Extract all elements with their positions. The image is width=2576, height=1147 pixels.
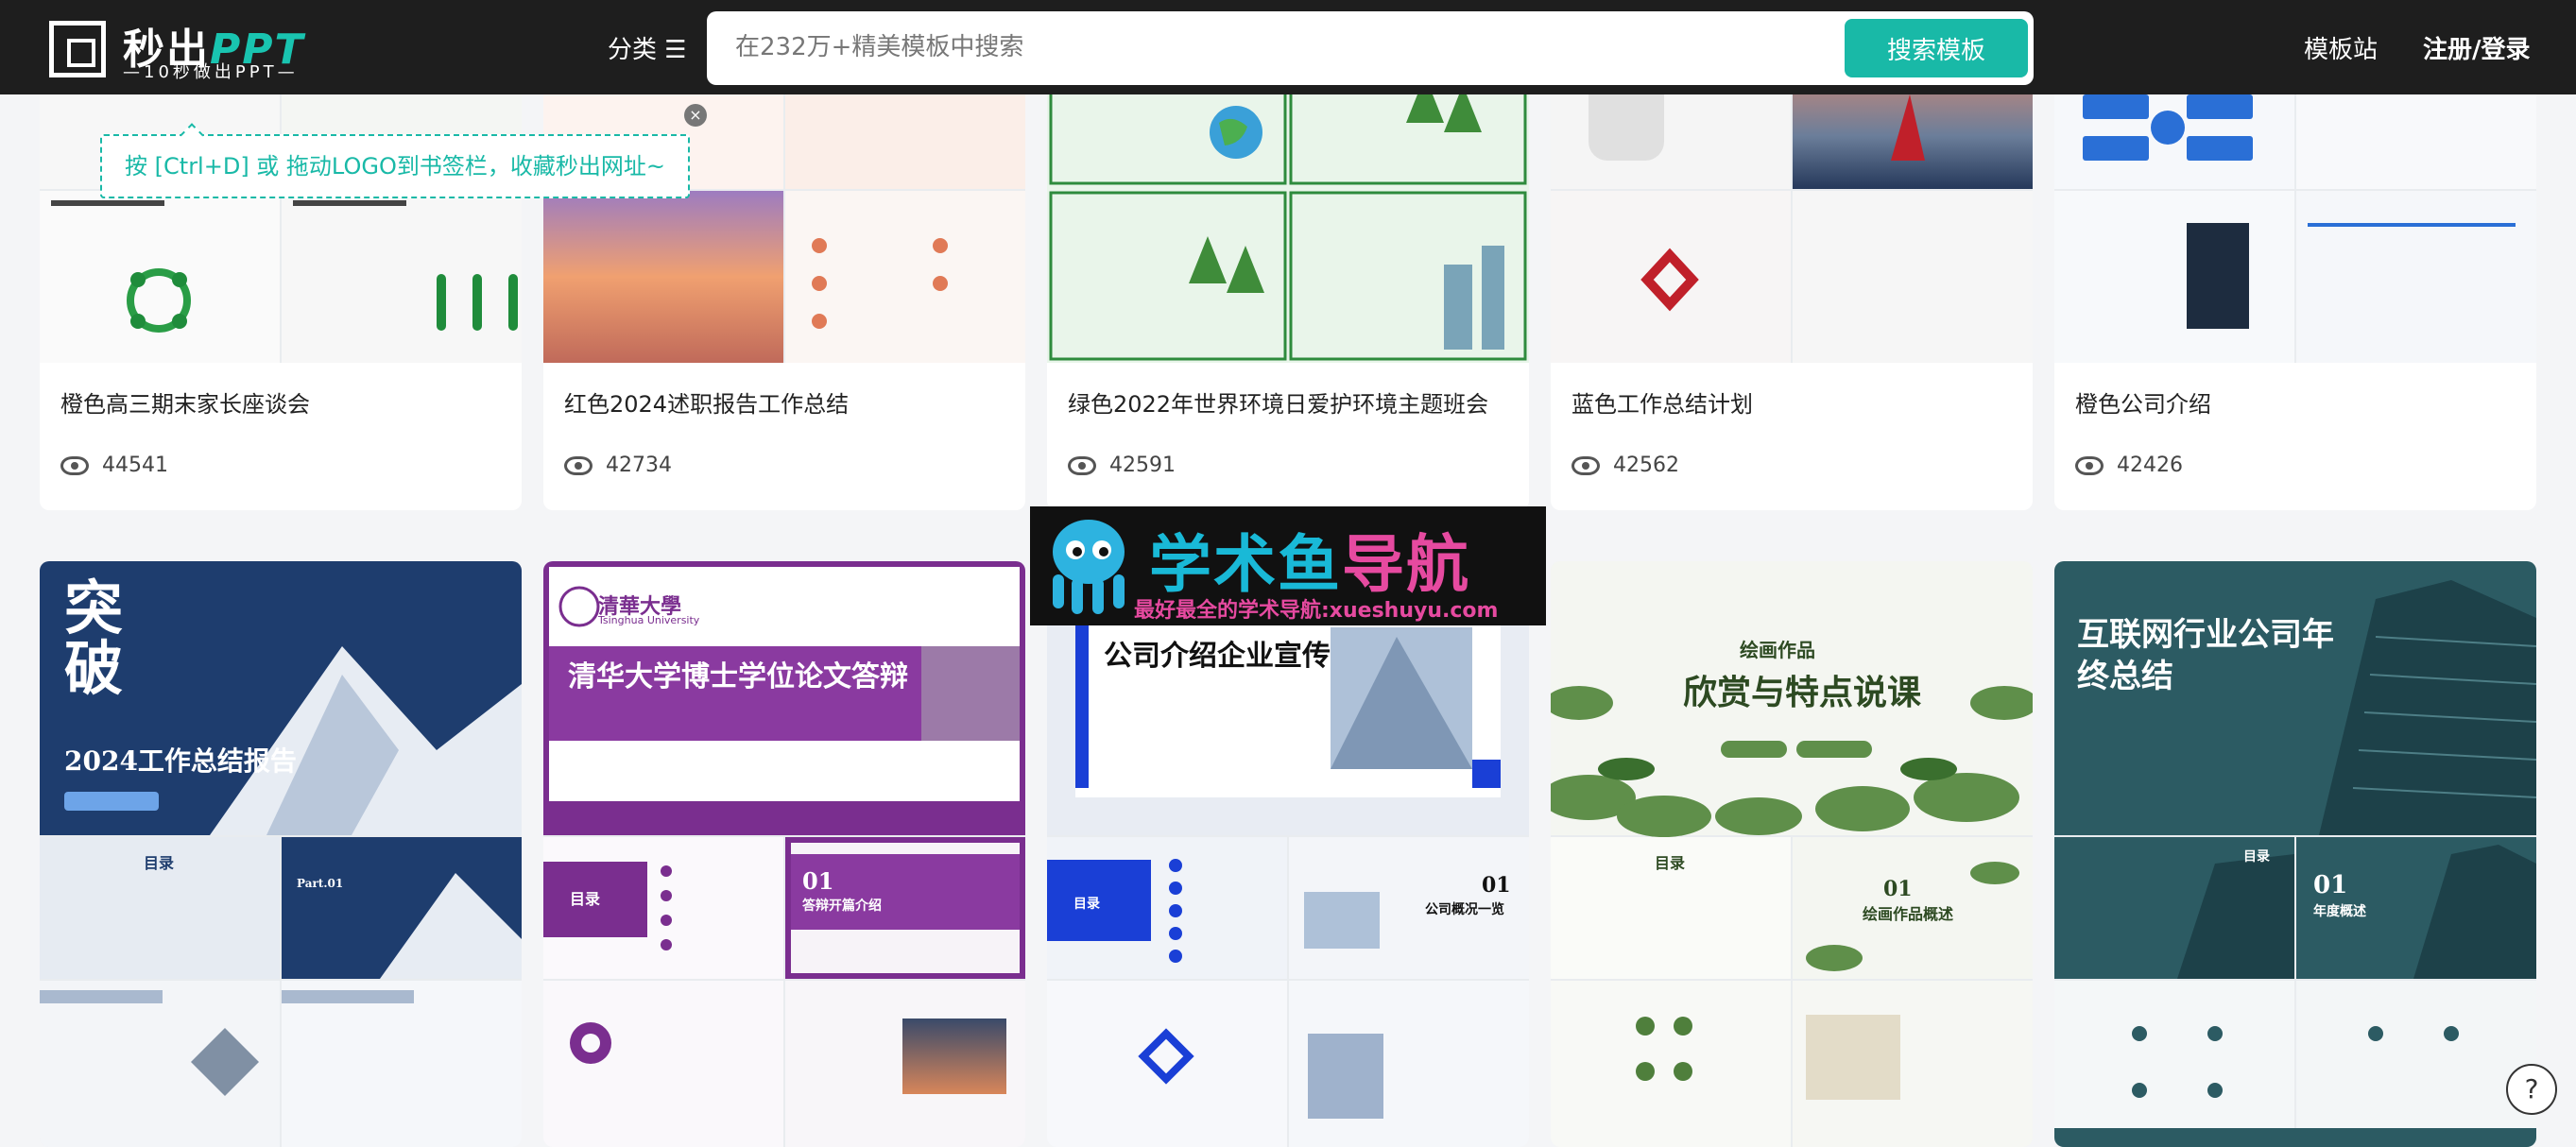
template-card[interactable]: 互联网行业公司年终总结 目录 01 年度概述 [2054,561,2536,1147]
template-card[interactable]: 红色2024述职报告工作总结 42734 [543,57,1025,510]
logo-tagline: —10秒做出PPT— [123,62,299,82]
thumbnail-preview [1551,57,2033,363]
thumbnail-preview [543,57,1025,363]
slide-university-en: Tsinghua University [598,614,700,626]
template-thumbnail[interactable]: 互联网行业公司年终总结 目录 01 年度概述 [2054,561,2536,1147]
template-site-link[interactable]: 模板站 [2304,30,2378,65]
card-title[interactable]: 红色2024述职报告工作总结 [564,385,849,419]
template-thumbnail[interactable] [543,57,1025,363]
view-count: 42562 [1571,454,1679,477]
template-thumbnail[interactable]: 绘画作品 欣赏与特点说课 目录 01 绘画作品概述 [1551,561,2033,1147]
slide-title: 互联网行业公司年终总结 [2077,616,2334,695]
slide-toc: 目录 [144,854,175,872]
slide-toc: 目录 [570,890,601,908]
template-card[interactable]: 清華大學 Tsinghua University 清华大学博士学位论文答辩 目录… [543,561,1025,1147]
site-logo[interactable]: 秒出PPT —10秒做出PPT— [49,17,333,82]
template-thumbnail[interactable] [1047,57,1529,363]
slide-title: 清华大学博士学位论文答辩 [568,660,908,693]
watermark-banner: 学术鱼导航 最好最全的学术导航:xueshuyu.com [1030,506,1546,625]
category-menu-button[interactable]: 分类 ☰ [608,30,687,65]
slide-part: Part.01 [297,877,344,890]
view-count: 42591 [1068,454,1176,477]
card-title[interactable]: 橙色高三期末家长座谈会 [60,385,310,419]
template-card[interactable]: 公司介绍企业宣传 目录 01 公司概况一览 [1047,561,1529,1147]
eye-icon [60,456,89,475]
slide-small-title: 绘画作品 [1740,639,1815,661]
eye-icon [1571,456,1600,475]
template-card[interactable]: 突破 2024工作总结报告 目录 Part.01 [40,561,522,1147]
slide-title: 欣赏与特点说课 [1683,673,1922,712]
template-card[interactable]: 橙色公司介绍 42426 [2054,57,2536,510]
slide-title: 公司介绍企业宣传 [1104,640,1331,673]
help-icon[interactable]: ? [2506,1064,2557,1115]
view-count: 42734 [564,454,672,477]
logo-mark-icon [49,21,106,77]
eye-icon [1068,456,1096,475]
slide-section: 答辩开篇介绍 [802,899,882,914]
slide-section: 年度概述 [2313,904,2366,919]
slide-section-number: 01 [2313,871,2348,899]
slide-toc: 目录 [1655,854,1686,872]
slide-section-number: 01 [1482,873,1511,898]
eye-icon [564,456,592,475]
slide-title: 突破 [64,574,124,703]
template-thumbnail[interactable] [1551,57,2033,363]
search-button[interactable]: 搜索模板 [1845,19,2028,77]
slide-section-number: 01 [1883,877,1913,901]
search-bar: 搜索模板 [707,11,2034,85]
template-thumbnail[interactable]: 突破 2024工作总结报告 目录 Part.01 [40,561,522,1147]
view-count: 44541 [60,454,168,477]
bookmark-tip: 按 [Ctrl+D] 或 拖动LOGO到书签栏，收藏秒出网址~ [100,134,690,198]
watermark-title: 学术鱼导航 [1149,528,1470,601]
card-title[interactable]: 蓝色工作总结计划 [1571,385,1753,419]
template-thumbnail[interactable] [40,57,522,363]
slide-toc: 目录 [1073,897,1100,912]
card-title[interactable]: 橙色公司介绍 [2075,385,2211,419]
eye-icon [2075,456,2104,475]
octopus-mascot-icon [1053,520,1125,614]
search-input[interactable] [735,26,1775,68]
thumbnail-preview [40,57,522,363]
thumbnail-preview [543,561,1025,1147]
login-register-link[interactable]: 注册/登录 [2423,30,2531,65]
watermark-subtitle: 最好最全的学术导航:xueshuyu.com [1134,599,1499,623]
template-card[interactable]: 绘画作品 欣赏与特点说课 目录 01 绘画作品概述 [1551,561,2033,1147]
template-thumbnail[interactable] [2054,57,2536,363]
view-count: 42426 [2075,454,2183,477]
template-thumbnail[interactable]: 公司介绍企业宣传 目录 01 公司概况一览 [1047,561,1529,1147]
slide-section-number: 01 [802,867,834,895]
slide-section: 绘画作品概述 [1863,905,1954,923]
slide-toc: 目录 [2243,849,2270,865]
template-thumbnail[interactable]: 清華大學 Tsinghua University 清华大学博士学位论文答辩 目录… [543,561,1025,1147]
template-card[interactable]: 绿色2022年世界环境日爱护环境主题班会 42591 [1047,57,1529,510]
slide-subtitle: 2024工作总结报告 [64,745,297,777]
thumbnail-preview [2054,57,2536,363]
slide-section: 公司概况一览 [1425,902,1504,917]
thumbnail-preview [1047,57,1529,363]
template-card[interactable]: 橙色高三期末家长座谈会 44541 [40,57,522,510]
template-card[interactable]: 蓝色工作总结计划 42562 [1551,57,2033,510]
card-title[interactable]: 绿色2022年世界环境日爱护环境主题班会 [1068,385,1488,419]
top-navigation-bar: 秒出PPT —10秒做出PPT— 分类 ☰ 搜索模板 模板站 注册/登录 [0,0,2576,94]
tip-close-icon[interactable]: × [684,104,707,127]
